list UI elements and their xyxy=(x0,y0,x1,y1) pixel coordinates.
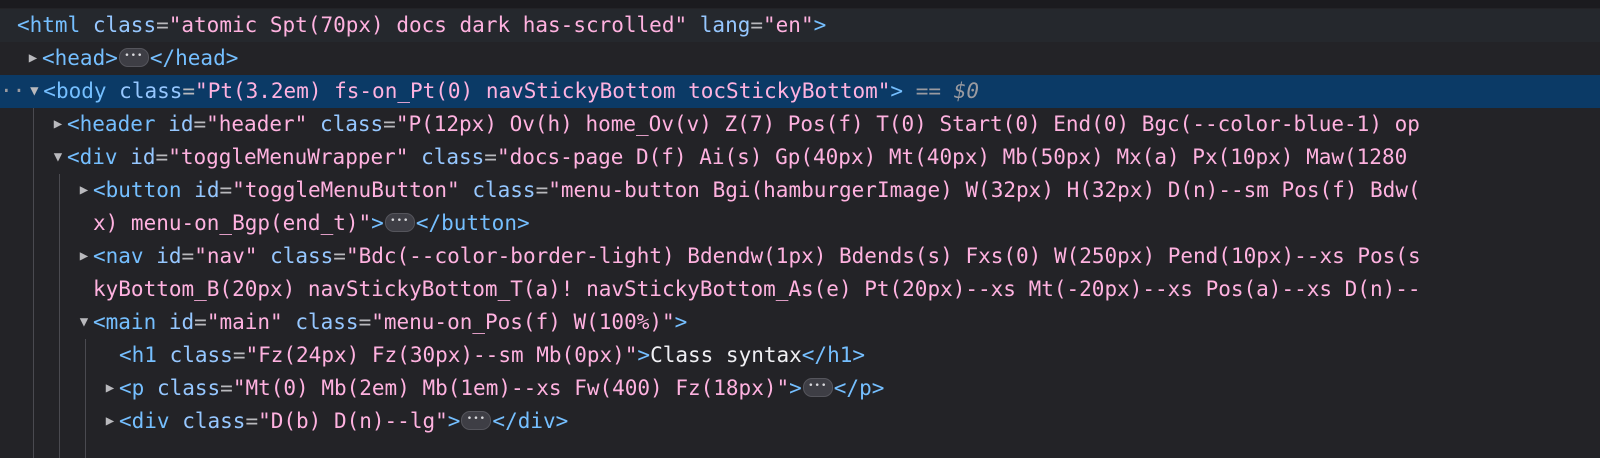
collapsed-triangle-icon[interactable]: ▶ xyxy=(101,372,119,405)
button-close-tag: </button> xyxy=(415,211,530,235)
main-open-tag: <main xyxy=(93,310,157,334)
markup-inspector-panel: <html class="atomic Spt(70px) docs dark … xyxy=(0,0,1600,458)
button-class-attr: class xyxy=(472,178,536,202)
node-h1[interactable]: <h1 class="Fz(24px) Fz(30px)--sm Mb(0px)… xyxy=(0,339,1600,372)
body-open-tag: <body xyxy=(43,79,107,103)
h1-class-value[interactable]: "Fz(24px) Fz(30px)--sm Mb(0px)" xyxy=(245,343,637,367)
div-id-attr: id xyxy=(130,145,156,169)
nav-class-attr: class xyxy=(270,244,334,268)
node-div-display[interactable]: ▶<div class="D(b) D(n)--lg"></div> xyxy=(0,405,1600,438)
button-tag-gt: > xyxy=(371,211,384,235)
h1-class-attr: class xyxy=(169,343,233,367)
h1-tag-gt: > xyxy=(637,343,651,367)
main-tag-close: > xyxy=(674,310,688,334)
button-id-attr: id xyxy=(194,178,220,202)
node-nav-wrap: kyBottom_B(20px) navStickyBottom_T(a)! n… xyxy=(0,273,1600,306)
button-open-tag: <button xyxy=(93,178,182,202)
node-header[interactable]: ▶ <header id="header" class="P(12px) Ov(h… xyxy=(0,108,1600,141)
nav-class-value-continued[interactable]: kyBottom_B(20px) navStickyBottom_T(a)! n… xyxy=(93,277,1421,301)
main-id-attr: id xyxy=(168,310,195,334)
html-lang-value[interactable]: "en" xyxy=(763,13,814,37)
button-class-value[interactable]: "menu-button Bgi(hamburgerImage) W(32px)… xyxy=(548,178,1420,202)
body-class-attr: class xyxy=(119,79,183,103)
h1-open-tag: <h1 xyxy=(119,343,157,367)
collapsed-triangle-icon[interactable]: ▶ xyxy=(75,240,93,273)
p-class-value[interactable]: "Mt(0) Mb(2em) Mb(1em)--xs Fw(400) Fz(18… xyxy=(233,376,789,400)
div-class-attr: class xyxy=(421,145,485,169)
ellipsis-badge-icon[interactable] xyxy=(384,207,415,238)
div2-close-tag: </div> xyxy=(492,409,569,433)
node-body-selected[interactable]: ·· ▼ <body class="Pt(3.2em) fs-on_Pt(0) na… xyxy=(0,75,1600,108)
header-class-value[interactable]: "P(12px) Ov(h) home_Ov(v) Z(7) Pos(f) T(… xyxy=(396,112,1420,136)
collapsed-triangle-icon[interactable]: ▶ xyxy=(75,174,93,207)
ellipsis-badge-icon[interactable] xyxy=(461,405,492,436)
html-lang-attr: lang xyxy=(699,13,751,37)
node-p[interactable]: ▶ <p class="Mt(0) Mb(2em) Mb(1em)--xs Fw(… xyxy=(0,372,1600,405)
nav-id-value[interactable]: "nav" xyxy=(194,244,257,268)
collapsed-triangle-icon[interactable]: ▶ xyxy=(101,405,119,438)
node-main[interactable]: ▼ <main id="main" class="menu-on_Pos(f) W… xyxy=(0,306,1600,339)
selected-node-marker: == xyxy=(915,79,942,103)
expanded-triangle-icon[interactable]: ▼ xyxy=(49,141,67,174)
head-open-tag: <head> xyxy=(42,46,118,70)
drag-handle-icon[interactable]: ·· xyxy=(0,79,25,103)
h1-close-tag: </h1> xyxy=(801,343,865,367)
p-open-tag: <p xyxy=(119,376,145,400)
nav-class-value[interactable]: "Bdc(--color-border-light) Bdendw(1px) B… xyxy=(346,244,1421,268)
expanded-triangle-icon[interactable]: ▼ xyxy=(75,306,93,339)
div-id-value[interactable]: "toggleMenuWrapper" xyxy=(168,145,408,169)
button-id-value[interactable]: "toggleMenuButton" xyxy=(232,178,460,202)
body-tag-close: > xyxy=(890,79,904,103)
html-class-value[interactable]: "atomic Spt(70px) docs dark has-scrolled… xyxy=(169,13,687,37)
panel-top-strip xyxy=(0,0,1600,8)
body-class-value[interactable]: "Pt(3.2em) fs-on_Pt(0) navStickyBottom t… xyxy=(195,79,890,103)
p-tag-gt: > xyxy=(789,376,802,400)
div2-tag-gt: > xyxy=(447,409,461,433)
ellipsis-badge-icon[interactable] xyxy=(118,42,149,73)
main-class-value[interactable]: "menu-on_Pos(f) W(100%)" xyxy=(371,310,674,334)
div2-open-tag: <div xyxy=(119,409,170,433)
nav-open-tag: <nav xyxy=(93,244,144,268)
div2-class-value[interactable]: "D(b) D(n)--lg" xyxy=(258,409,448,433)
ellipsis-badge-icon[interactable] xyxy=(802,372,833,403)
main-class-attr: class xyxy=(295,310,359,334)
div-open-tag: <div xyxy=(67,145,118,169)
header-id-attr: id xyxy=(168,112,194,136)
node-head[interactable]: ▶<head> </head> xyxy=(0,42,1600,75)
nav-id-attr: id xyxy=(156,244,182,268)
node-toggle-menu-button[interactable]: ▶ <button id="toggleMenuButton" class="me… xyxy=(0,174,1600,207)
collapsed-triangle-icon[interactable]: ▶ xyxy=(24,42,42,75)
html-tag-close: > xyxy=(813,13,827,37)
h1-text-content[interactable]: Class syntax xyxy=(650,343,802,367)
p-class-attr: class xyxy=(156,376,221,400)
node-toggle-menu-button-wrap: x) menu-on_Bgp(end_t)"> </button> xyxy=(0,207,1600,240)
expanded-triangle-icon[interactable]: ▼ xyxy=(25,75,43,108)
button-class-value-continued[interactable]: x) menu-on_Bgp(end_t)" xyxy=(93,211,371,235)
console-variable-label: $0 xyxy=(953,79,979,103)
main-id-value[interactable]: "main" xyxy=(207,310,283,334)
head-close-tag: </head> xyxy=(149,46,239,70)
html-open-tag: <html xyxy=(17,13,81,37)
div-class-value[interactable]: "docs-page D(f) Ai(s) Gp(40px) Mt(40px) … xyxy=(497,145,1407,169)
div2-class-attr: class xyxy=(182,409,246,433)
header-class-attr: class xyxy=(319,112,384,136)
header-open-tag: <header xyxy=(67,112,156,136)
header-id-value[interactable]: "header" xyxy=(206,112,307,136)
collapsed-triangle-icon[interactable]: ▶ xyxy=(49,108,67,141)
p-close-tag: </p> xyxy=(833,376,885,400)
node-nav[interactable]: ▶ <nav id="nav" class="Bdc(--color-border… xyxy=(0,240,1600,273)
node-html[interactable]: <html class="atomic Spt(70px) docs dark … xyxy=(0,9,1600,42)
html-class-attr: class xyxy=(92,13,157,37)
node-toggle-menu-wrapper[interactable]: ▼ <div id="toggleMenuWrapper" class="docs… xyxy=(0,141,1600,174)
